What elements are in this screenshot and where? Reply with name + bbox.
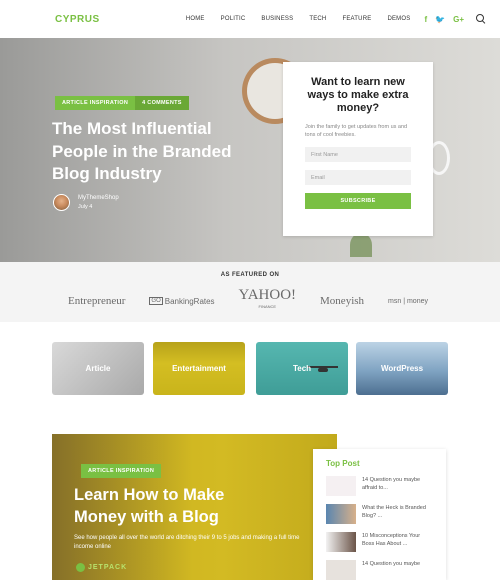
featured-title: AS FEATURED ON xyxy=(220,272,280,278)
blog-title[interactable]: Learn How to Make Money with a Blog xyxy=(74,484,274,528)
nav-politic[interactable]: POLITIC xyxy=(221,16,246,22)
subscribe-button[interactable]: SUBSCRIBE xyxy=(305,193,411,209)
category-label: Entertainment xyxy=(172,364,226,373)
top-post-item[interactable]: 14 Question you maybe xyxy=(326,560,433,580)
nav-feature[interactable]: FEATURE xyxy=(342,16,371,22)
first-name-field[interactable]: First Name xyxy=(305,147,411,162)
category-entertainment[interactable]: Entertainment xyxy=(153,342,245,395)
post-title[interactable]: 10 Misconceptions Your Boss Has About ..… xyxy=(362,532,433,552)
blog-feature[interactable]: ARTICLE INSPIRATION Learn How to Make Mo… xyxy=(52,434,337,580)
category-article[interactable]: Article xyxy=(52,342,144,395)
twitter-icon[interactable]: 🐦 xyxy=(435,15,445,24)
email-field[interactable]: Email xyxy=(305,170,411,185)
blog-category-badge[interactable]: ARTICLE INSPIRATION xyxy=(81,464,162,478)
top-post-item[interactable]: 14 Question you maybe affraid to... xyxy=(326,476,433,496)
featured-section: AS FEATURED ON Entrepreneur GO BankingRat… xyxy=(0,262,500,322)
site-header: CYPRUS HOME POLITIC BUSINESS TECH FEATUR… xyxy=(0,0,500,38)
post-date: July 4 xyxy=(78,204,93,210)
subscribe-title: Want to learn new ways to make extra mon… xyxy=(307,76,409,114)
hero-title[interactable]: The Most Influential People in the Brand… xyxy=(52,118,267,186)
category-label: Article xyxy=(85,364,111,373)
post-thumbnail[interactable] xyxy=(326,504,356,524)
featured-logos: Entrepreneur GO BankingRates YAHOO! FINANC… xyxy=(68,287,428,312)
post-title[interactable]: 14 Question you maybe xyxy=(362,560,420,580)
google-plus-icon[interactable]: G+ xyxy=(453,15,464,24)
nav-tech[interactable]: TECH xyxy=(309,16,326,22)
top-post-item[interactable]: What the Heck is Branded Blog? ... xyxy=(326,504,433,524)
msn-money-logo: msn | money xyxy=(388,297,428,305)
category-wordpress[interactable]: WordPress xyxy=(356,342,448,395)
category-label: Tech xyxy=(292,364,312,373)
category-badge[interactable]: ARTICLE INSPIRATION xyxy=(55,96,136,110)
comments-badge[interactable]: 4 COMMENTS xyxy=(135,96,189,110)
jetpack-icon xyxy=(76,563,85,572)
blog-excerpt: See how people all over the world are di… xyxy=(74,535,300,550)
gobankingrates-logo: GO BankingRates xyxy=(149,296,215,306)
author-info: MyThemeShop July 4 xyxy=(53,194,119,211)
post-thumbnail[interactable] xyxy=(326,560,356,580)
top-post-title: Top Post xyxy=(326,459,360,468)
nav-home[interactable]: HOME xyxy=(186,16,205,22)
top-post-item[interactable]: 10 Misconceptions Your Boss Has About ..… xyxy=(326,532,433,552)
top-post-widget: Top Post 14 Question you maybe affraid t… xyxy=(313,449,446,580)
drone-image xyxy=(308,365,338,373)
yahoo-finance-logo: YAHOO! FINANCE xyxy=(238,287,297,310)
plant-image xyxy=(350,233,372,257)
jetpack-logo: JETPACK xyxy=(76,563,127,572)
entrepreneur-logo: Entrepreneur xyxy=(68,295,126,307)
main-nav: HOME POLITIC BUSINESS TECH FEATURE DEMOS xyxy=(170,16,411,22)
post-title[interactable]: 14 Question you maybe affraid to... xyxy=(362,476,433,496)
author-avatar[interactable] xyxy=(53,194,70,211)
post-title[interactable]: What the Heck is Branded Blog? ... xyxy=(362,504,433,524)
facebook-icon[interactable]: f xyxy=(424,15,427,24)
category-label: WordPress xyxy=(380,364,424,373)
author-name[interactable]: MyThemeShop xyxy=(78,195,119,201)
post-thumbnail[interactable] xyxy=(326,476,356,496)
moneyish-logo: Moneyish xyxy=(320,295,365,307)
search-icon[interactable] xyxy=(476,14,486,24)
nav-demos[interactable]: DEMOS xyxy=(387,16,410,22)
hero-badges: ARTICLE INSPIRATION 4 COMMENTS xyxy=(55,96,189,110)
social-links: f 🐦 G+ xyxy=(424,15,464,24)
subscribe-card: Want to learn new ways to make extra mon… xyxy=(283,62,433,236)
post-thumbnail[interactable] xyxy=(326,532,356,552)
nav-business[interactable]: BUSINESS xyxy=(261,16,293,22)
category-tech[interactable]: Tech xyxy=(256,342,348,395)
subscribe-text: Join the family to get updates from us a… xyxy=(305,124,408,138)
site-logo[interactable]: CYPRUS xyxy=(55,14,100,25)
